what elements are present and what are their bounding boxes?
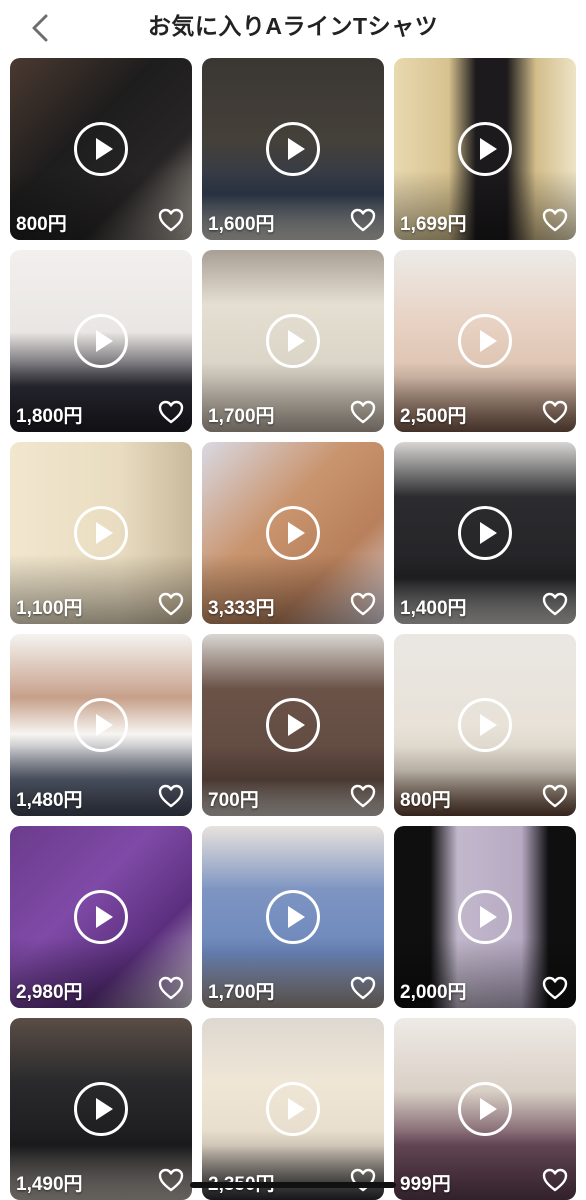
heart-icon[interactable] [158,976,184,1000]
heart-icon[interactable] [158,400,184,424]
product-card[interactable]: 2,500円 [394,250,576,432]
header-bar: お気に入りAラインTシャツ [0,0,586,56]
product-price: 700円 [208,790,259,811]
heart-icon[interactable] [542,400,568,424]
heart-icon[interactable] [542,976,568,1000]
product-card[interactable]: 1,100円 [10,442,192,624]
play-icon[interactable] [266,698,320,752]
product-card[interactable]: 3,333円 [202,442,384,624]
product-card[interactable]: 1,700円 [202,826,384,1008]
product-card[interactable]: 800円 [10,58,192,240]
product-card[interactable]: 1,600円 [202,58,384,240]
product-price: 1,100円 [16,598,83,619]
product-card[interactable]: 1,400円 [394,442,576,624]
product-price: 1,400円 [400,598,467,619]
heart-icon[interactable] [542,208,568,232]
play-icon[interactable] [74,122,128,176]
product-card[interactable]: 2,980円 [10,826,192,1008]
product-card[interactable]: 2,350円 [202,1018,384,1200]
heart-icon[interactable] [350,208,376,232]
product-card[interactable]: 1,700円 [202,250,384,432]
heart-icon[interactable] [350,592,376,616]
product-price: 3,333円 [208,598,275,619]
product-price: 1,480円 [16,790,83,811]
product-price: 2,000円 [400,982,467,1003]
product-price: 1,490円 [16,1174,83,1195]
heart-icon[interactable] [350,1168,376,1192]
play-icon[interactable] [458,698,512,752]
play-icon[interactable] [74,314,128,368]
home-indicator [190,1182,396,1188]
heart-icon[interactable] [542,784,568,808]
play-icon[interactable] [458,506,512,560]
heart-icon[interactable] [158,592,184,616]
play-icon[interactable] [458,314,512,368]
play-icon[interactable] [458,890,512,944]
play-icon[interactable] [266,890,320,944]
heart-icon[interactable] [158,208,184,232]
heart-icon[interactable] [350,976,376,1000]
product-price: 2,500円 [400,406,467,427]
page-title: お気に入りAラインTシャツ [147,13,439,39]
product-card[interactable]: 2,000円 [394,826,576,1008]
heart-icon[interactable] [158,1168,184,1192]
product-price: 999円 [400,1174,451,1195]
product-card[interactable]: 800円 [394,634,576,816]
heart-icon[interactable] [350,784,376,808]
product-card[interactable]: 999円 [394,1018,576,1200]
play-icon[interactable] [74,890,128,944]
product-price: 1,800円 [16,406,83,427]
product-card[interactable]: 1,699円 [394,58,576,240]
play-icon[interactable] [266,122,320,176]
play-icon[interactable] [458,1082,512,1136]
heart-icon[interactable] [158,784,184,808]
product-card[interactable]: 1,480円 [10,634,192,816]
product-grid: 800円 1,600円 1,699円 1,800円 1,700円 2,500円 1,100円… [10,58,576,1200]
heart-icon[interactable] [542,1168,568,1192]
product-price: 1,600円 [208,214,275,235]
product-card[interactable]: 1,490円 [10,1018,192,1200]
play-icon[interactable] [74,1082,128,1136]
play-icon[interactable] [458,122,512,176]
product-price: 1,700円 [208,406,275,427]
product-price: 800円 [400,790,451,811]
product-card[interactable]: 700円 [202,634,384,816]
play-icon[interactable] [74,698,128,752]
product-price: 2,980円 [16,982,83,1003]
product-price: 1,700円 [208,982,275,1003]
heart-icon[interactable] [350,400,376,424]
play-icon[interactable] [74,506,128,560]
play-icon[interactable] [266,314,320,368]
play-icon[interactable] [266,1082,320,1136]
play-icon[interactable] [266,506,320,560]
heart-icon[interactable] [542,592,568,616]
product-price: 800円 [16,214,67,235]
product-card[interactable]: 1,800円 [10,250,192,432]
product-price: 1,699円 [400,214,467,235]
